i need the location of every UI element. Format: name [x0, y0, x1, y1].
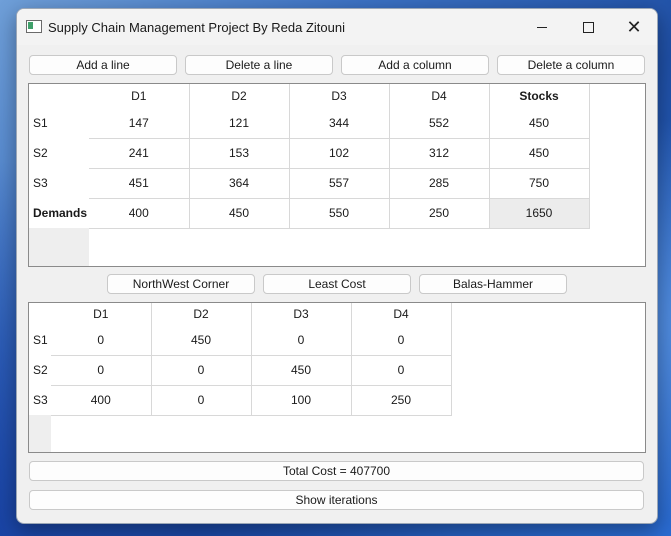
table-cell[interactable]: 450: [189, 198, 290, 229]
table-cell[interactable]: 557: [289, 168, 390, 199]
northwest-corner-button[interactable]: NorthWest Corner: [107, 274, 255, 294]
table-cell[interactable]: 0: [51, 325, 152, 356]
table-cell[interactable]: 0: [151, 355, 252, 386]
add-line-button[interactable]: Add a line: [29, 55, 177, 75]
corner-cell: [29, 303, 51, 325]
add-column-button[interactable]: Add a column: [341, 55, 489, 75]
total-cell[interactable]: 1650: [489, 198, 590, 229]
column-header[interactable]: D4: [389, 84, 490, 108]
show-iterations-button[interactable]: Show iterations: [29, 490, 644, 510]
column-header[interactable]: D1: [89, 84, 190, 108]
column-header-stocks[interactable]: Stocks: [489, 84, 590, 108]
table-cell[interactable]: 241: [89, 138, 190, 169]
delete-line-button[interactable]: Delete a line: [185, 55, 333, 75]
input-table[interactable]: D1 D2 D3 D4 Stocks S1 147 121 344 552 45…: [28, 83, 646, 267]
column-header[interactable]: D3: [289, 84, 390, 108]
table-cell[interactable]: 0: [151, 385, 252, 416]
table-cell[interactable]: 450: [489, 138, 590, 169]
table-cell[interactable]: 364: [189, 168, 290, 199]
result-grid: D1 D2 D3 D4 S1 0 450 0 0 S2 0 0 450 0 S3: [29, 303, 452, 416]
close-button[interactable]: ✕: [611, 9, 657, 45]
row-header[interactable]: S2: [29, 355, 51, 385]
table-cell[interactable]: 100: [251, 385, 352, 416]
close-icon: ✕: [626, 16, 642, 37]
row-header[interactable]: S1: [29, 325, 51, 355]
least-cost-button[interactable]: Least Cost: [263, 274, 411, 294]
total-cost-button[interactable]: Total Cost = 407700: [29, 461, 644, 481]
table-cell[interactable]: 750: [489, 168, 590, 199]
balas-hammer-button[interactable]: Balas-Hammer: [419, 274, 567, 294]
column-header[interactable]: D2: [189, 84, 290, 108]
title-bar: Supply Chain Management Project By Reda …: [17, 9, 657, 45]
column-header[interactable]: D1: [51, 303, 152, 325]
app-window: Supply Chain Management Project By Reda …: [16, 8, 658, 524]
table-cell[interactable]: 0: [51, 355, 152, 386]
table-cell[interactable]: 121: [189, 108, 290, 139]
table-cell[interactable]: 450: [151, 325, 252, 356]
table-cell[interactable]: 0: [351, 325, 452, 356]
table-cell[interactable]: 147: [89, 108, 190, 139]
row-header[interactable]: S3: [29, 385, 51, 415]
window-title: Supply Chain Management Project By Reda …: [48, 20, 345, 35]
result-table[interactable]: D1 D2 D3 D4 S1 0 450 0 0 S2 0 0 450 0 S3: [28, 302, 646, 453]
table-cell[interactable]: 285: [389, 168, 490, 199]
vertical-header-fill: [29, 415, 51, 452]
table-cell[interactable]: 250: [389, 198, 490, 229]
table-cell[interactable]: 0: [251, 325, 352, 356]
column-header[interactable]: D2: [151, 303, 252, 325]
column-header[interactable]: D3: [251, 303, 352, 325]
table-cell[interactable]: 450: [489, 108, 590, 139]
row-header[interactable]: S2: [29, 138, 89, 168]
row-header-demands[interactable]: Demands: [29, 198, 89, 228]
table-cell[interactable]: 450: [251, 355, 352, 386]
table-cell[interactable]: 0: [351, 355, 452, 386]
table-cell[interactable]: 550: [289, 198, 390, 229]
vertical-header-fill: [29, 228, 89, 266]
table-cell[interactable]: 153: [189, 138, 290, 169]
table-cell[interactable]: 344: [289, 108, 390, 139]
minimize-button[interactable]: [519, 9, 565, 45]
row-header[interactable]: S3: [29, 168, 89, 198]
maximize-icon: [582, 21, 594, 33]
table-cell[interactable]: 312: [389, 138, 490, 169]
input-grid: D1 D2 D3 D4 Stocks S1 147 121 344 552 45…: [29, 84, 590, 229]
corner-cell: [29, 84, 89, 108]
maximize-button[interactable]: [565, 9, 611, 45]
table-cell[interactable]: 451: [89, 168, 190, 199]
column-header[interactable]: D4: [351, 303, 452, 325]
minimize-icon: [537, 26, 547, 28]
table-cell[interactable]: 102: [289, 138, 390, 169]
table-cell[interactable]: 250: [351, 385, 452, 416]
table-cell[interactable]: 400: [89, 198, 190, 229]
app-icon: [26, 20, 42, 33]
delete-column-button[interactable]: Delete a column: [497, 55, 645, 75]
table-cell[interactable]: 400: [51, 385, 152, 416]
table-cell[interactable]: 552: [389, 108, 490, 139]
row-header[interactable]: S1: [29, 108, 89, 138]
